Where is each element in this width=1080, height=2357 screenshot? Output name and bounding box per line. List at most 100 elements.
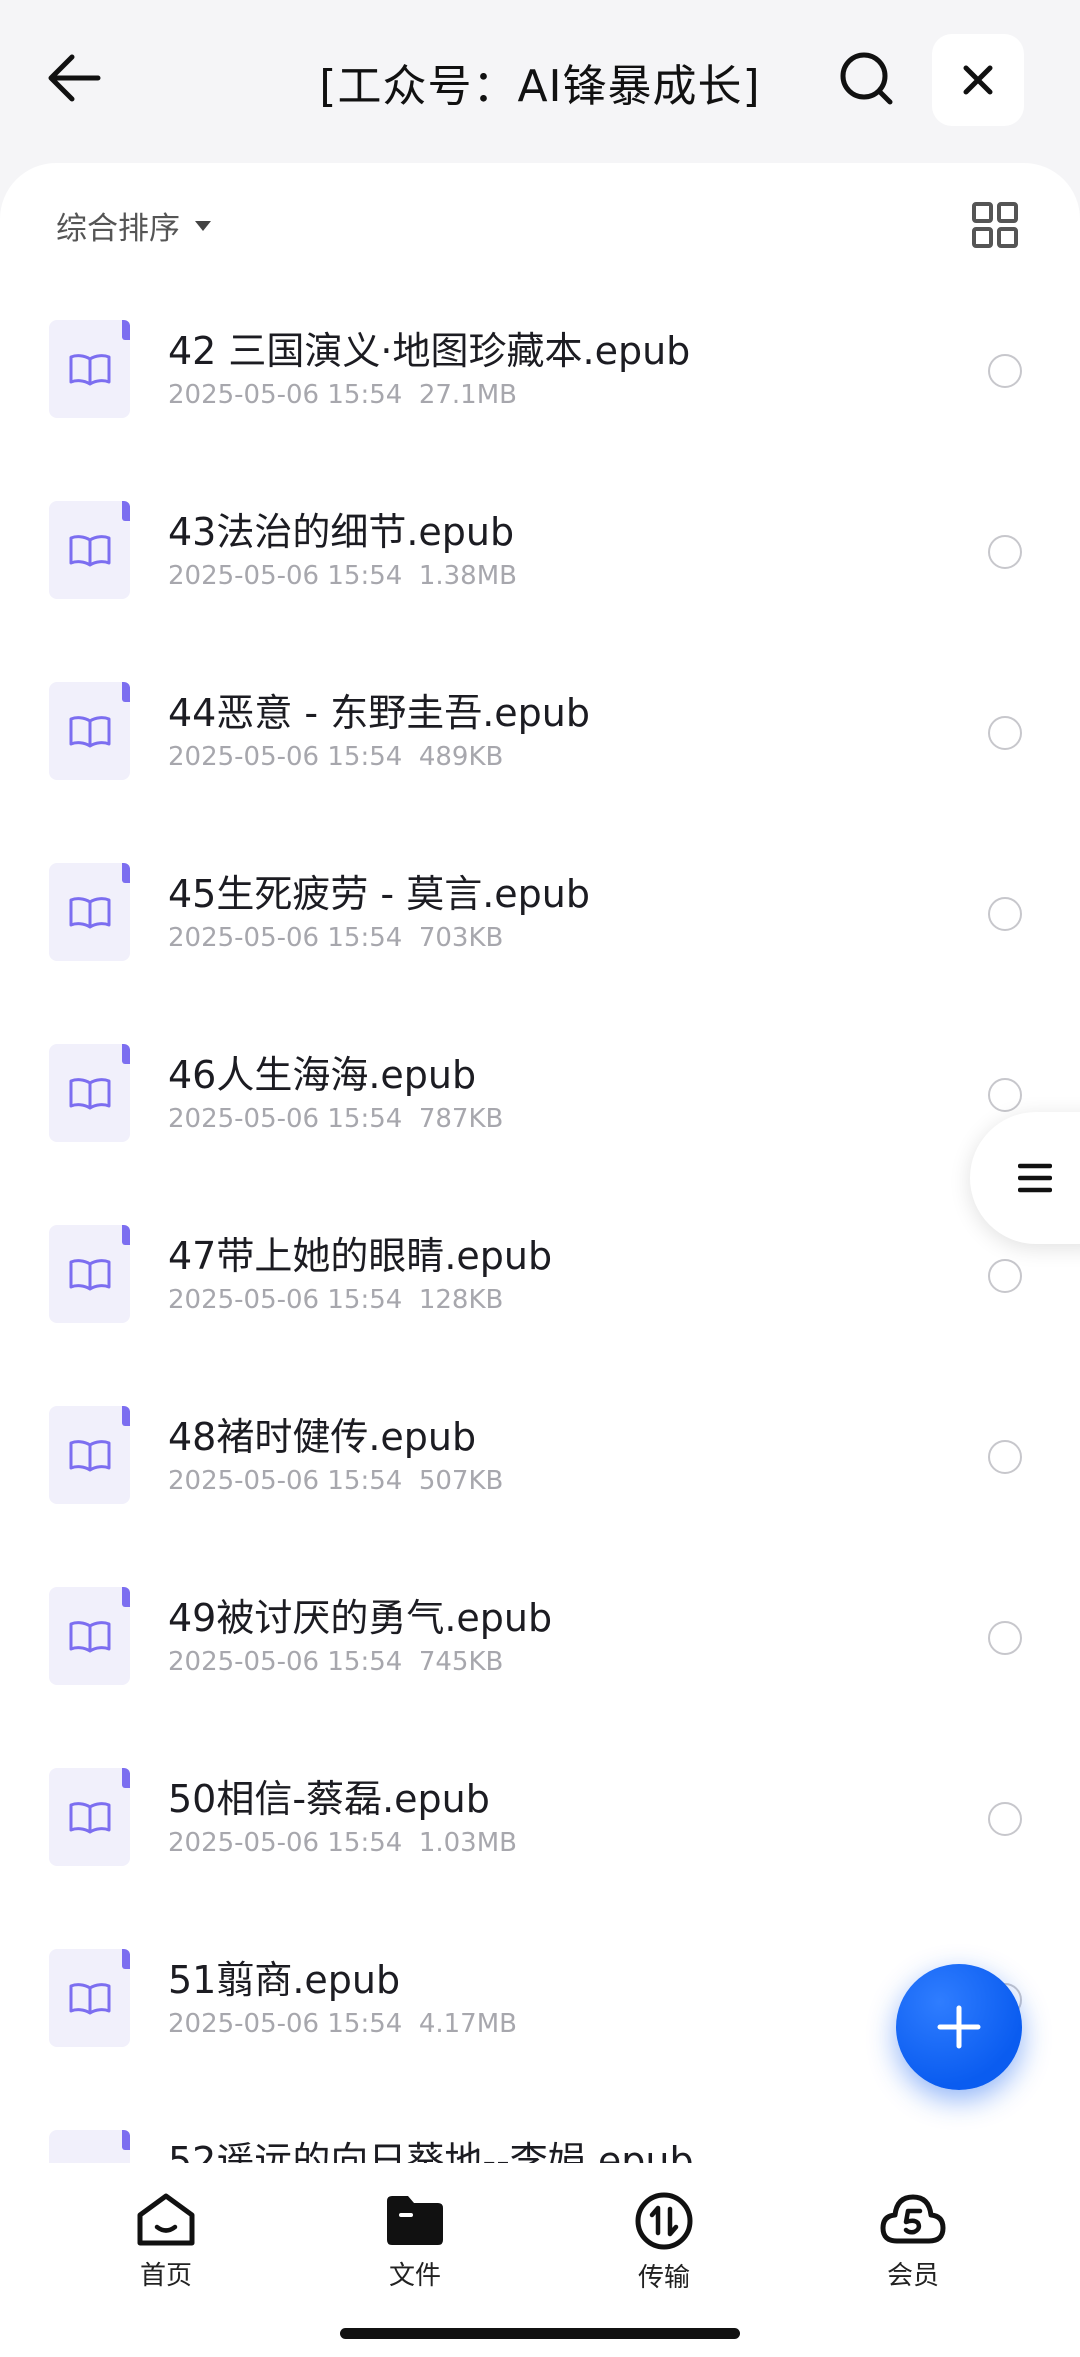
page-title: [工众号：AI锋暴成长] [319, 61, 761, 112]
file-row[interactable]: 43法治的细节.epub 2025-05-06 15:54 1.38MB [0, 471, 1080, 652]
file-name: 50相信-蔡磊.epub [168, 1777, 490, 1821]
file-name: 42 三国演义·地图珍藏本.epub [168, 329, 691, 373]
file-meta: 2025-05-06 15:54 507KB [168, 1466, 503, 1496]
select-radio[interactable] [988, 897, 1022, 931]
file-meta: 2025-05-06 15:54 787KB [168, 1104, 503, 1134]
sort-dropdown[interactable]: 综合排序 [56, 203, 212, 248]
file-name: 48褚时健传.epub [168, 1415, 477, 1459]
file-row[interactable]: 49被讨厌的勇气.epub 2025-05-06 15:54 745KB [0, 1557, 1080, 1738]
select-radio[interactable] [988, 1259, 1022, 1293]
ebook-file-icon [49, 1225, 130, 1323]
select-radio[interactable] [988, 1802, 1022, 1836]
file-meta: 2025-05-06 15:54 27.1MB [168, 380, 517, 410]
file-date: 2025-05-06 15:54 [168, 742, 403, 772]
grid-view-icon [972, 202, 1018, 248]
file-meta: 2025-05-06 15:54 1.38MB [168, 561, 517, 591]
file-row[interactable]: 42 三国演义·地图珍藏本.epub 2025-05-06 15:54 27.1… [0, 290, 1080, 471]
file-name: 49被讨厌的勇气.epub [168, 1596, 553, 1640]
file-date: 2025-05-06 15:54 [168, 1828, 403, 1858]
top-bar: [工众号：AI锋暴成长] [0, 0, 1080, 165]
file-meta: 2025-05-06 15:54 745KB [168, 1647, 503, 1677]
file-name: 44恶意 - 东野圭吾.epub [168, 691, 591, 735]
plus-icon [937, 2005, 981, 2049]
ebook-file-icon [49, 863, 130, 961]
select-radio[interactable] [988, 354, 1022, 388]
file-size: 27.1MB [418, 380, 517, 410]
file-size: 489KB [418, 742, 504, 772]
ebook-file-icon [49, 501, 130, 599]
select-radio[interactable] [988, 716, 1022, 750]
select-radio[interactable] [988, 1621, 1022, 1655]
nav-vip[interactable]: 会员 [838, 2191, 988, 2301]
arrow-left-icon [48, 54, 101, 102]
file-size: 1.38MB [418, 561, 517, 591]
file-row[interactable]: 47带上她的眼睛.epub 2025-05-06 15:54 128KB [0, 1195, 1080, 1376]
file-date: 2025-05-06 15:54 [168, 1285, 403, 1315]
caret-down-icon [195, 220, 211, 231]
ebook-file-icon [49, 1406, 130, 1504]
file-meta: 2025-05-06 15:54 703KB [168, 923, 503, 953]
nav-home-label: 首页 [139, 2261, 192, 2291]
ebook-file-icon [49, 1949, 130, 2047]
file-meta: 2025-05-06 15:54 4.17MB [168, 2009, 517, 2039]
file-meta: 2025-05-06 15:54 489KB [168, 742, 503, 772]
close-button[interactable] [932, 34, 1024, 126]
ebook-file-icon [49, 320, 130, 418]
file-row[interactable]: 48褚时健传.epub 2025-05-06 15:54 507KB [0, 1376, 1080, 1557]
file-meta: 2025-05-06 15:54 1.03MB [168, 1828, 517, 1858]
file-size: 4.17MB [418, 2009, 517, 2039]
file-size: 745KB [418, 1647, 504, 1677]
file-size: 703KB [418, 923, 504, 953]
file-date: 2025-05-06 15:54 [168, 561, 403, 591]
file-date: 2025-05-06 15:54 [168, 1104, 403, 1134]
folder-icon [387, 2196, 443, 2245]
file-meta: 2025-05-06 15:54 128KB [168, 1285, 503, 1315]
file-size: 1.03MB [418, 1828, 517, 1858]
search-button[interactable] [832, 44, 900, 112]
nav-home[interactable]: 首页 [91, 2191, 241, 2301]
file-date: 2025-05-06 15:54 [168, 2009, 403, 2039]
file-row[interactable]: 45生死疲劳 - 莫言.epub 2025-05-06 15:54 703KB [0, 833, 1080, 1014]
close-icon [963, 65, 993, 95]
grid-view-toggle[interactable] [970, 200, 1020, 250]
home-indicator [340, 2328, 740, 2339]
file-name: 47带上她的眼睛.epub [168, 1234, 553, 1278]
home-icon [137, 2193, 195, 2246]
nav-vip-label: 会员 [886, 2261, 939, 2291]
file-date: 2025-05-06 15:54 [168, 1647, 403, 1677]
file-name: 45生死疲劳 - 莫言.epub [168, 872, 591, 916]
file-row[interactable]: 50相信-蔡磊.epub 2025-05-06 15:54 1.03MB [0, 1738, 1080, 1919]
nav-files-label: 文件 [388, 2261, 441, 2291]
back-button[interactable] [40, 44, 108, 112]
file-row[interactable]: 46人生海海.epub 2025-05-06 15:54 787KB [0, 1014, 1080, 1195]
file-name: 46人生海海.epub [168, 1053, 477, 1097]
file-date: 2025-05-06 15:54 [168, 923, 403, 953]
sort-label: 综合排序 [56, 211, 180, 247]
file-row[interactable]: 44恶意 - 东野圭吾.epub 2025-05-06 15:54 489KB [0, 652, 1080, 833]
select-radio[interactable] [988, 1078, 1022, 1112]
file-date: 2025-05-06 15:54 [168, 1466, 403, 1496]
file-size: 128KB [418, 1285, 504, 1315]
nav-files[interactable]: 文件 [340, 2191, 490, 2301]
transfer-icon [635, 2192, 693, 2250]
file-list: 42 三国演义·地图珍藏本.epub 2025-05-06 15:54 27.1… [0, 290, 1080, 2165]
file-size: 507KB [418, 1466, 504, 1496]
menu-icon [1018, 1163, 1052, 1193]
ebook-file-icon [49, 1044, 130, 1142]
vip-cloud-icon [880, 2194, 946, 2244]
ebook-file-icon [49, 1587, 130, 1685]
ebook-file-icon [49, 1768, 130, 1866]
file-size: 787KB [418, 1104, 504, 1134]
file-date: 2025-05-06 15:54 [168, 380, 403, 410]
add-button[interactable] [896, 1964, 1022, 2090]
ebook-file-icon [49, 2130, 130, 2165]
select-radio[interactable] [988, 535, 1022, 569]
nav-transfer[interactable]: 传输 [589, 2191, 739, 2301]
file-row[interactable]: 52遥远的向日葵地--李娟.epub [0, 2100, 1080, 2165]
ebook-file-icon [49, 682, 130, 780]
file-name: 52遥远的向日葵地--李娟.epub [168, 2139, 694, 2165]
search-icon [840, 52, 893, 105]
select-radio[interactable] [988, 1440, 1022, 1474]
nav-transfer-label: 传输 [637, 2263, 690, 2293]
file-name: 43法治的细节.epub [168, 510, 515, 554]
